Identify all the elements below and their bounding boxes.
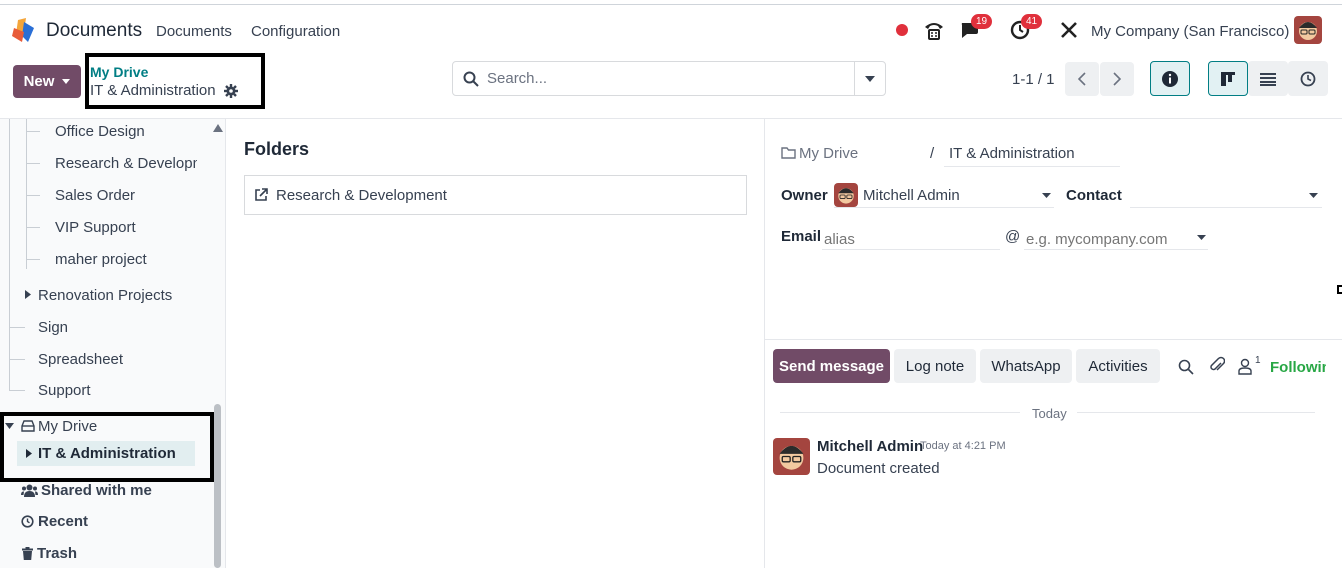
drive-icon xyxy=(21,420,35,432)
search-bar xyxy=(452,61,886,96)
whatsapp-button[interactable]: WhatsApp xyxy=(980,349,1072,383)
message-author-avatar[interactable] xyxy=(773,438,810,475)
sidebar-recent[interactable]: Recent xyxy=(38,513,88,530)
send-message-button[interactable]: Send message xyxy=(773,349,890,383)
list-icon xyxy=(1260,72,1276,86)
external-link-icon xyxy=(255,188,268,201)
gear-icon[interactable] xyxy=(223,83,238,98)
search-icon[interactable] xyxy=(1178,359,1194,375)
owner-label: Owner xyxy=(781,187,828,204)
message-author[interactable]: Mitchell Admin xyxy=(817,438,923,455)
search-input[interactable] xyxy=(487,62,847,95)
caret-down-icon xyxy=(62,79,71,84)
breadcrumb-my-drive[interactable]: My Drive xyxy=(90,64,148,80)
pager-previous-button[interactable] xyxy=(1065,62,1099,96)
clock-icon xyxy=(1300,71,1316,86)
pager-value[interactable]: 1-1 / 1 xyxy=(1012,71,1055,88)
info-toggle-button[interactable] xyxy=(1150,61,1190,96)
activity-view-button[interactable] xyxy=(1288,61,1328,96)
followers-icon[interactable] xyxy=(1238,358,1252,375)
folder-renovation-projects[interactable]: Renovation Projects xyxy=(38,287,172,304)
menu-configuration[interactable]: Configuration xyxy=(251,23,340,40)
activities-button[interactable]: Activities xyxy=(1076,349,1160,383)
folder-icon xyxy=(781,147,796,159)
folder-maher-project[interactable]: maher project xyxy=(55,251,147,268)
scroll-up-icon[interactable] xyxy=(213,124,223,132)
search-icon xyxy=(463,71,479,87)
company-switcher[interactable]: My Company (San Francisco) xyxy=(1091,23,1289,40)
menu-documents[interactable]: Documents xyxy=(156,23,232,40)
folder-card[interactable]: Research & Development xyxy=(244,175,747,215)
breadcrumb-current-label: IT & Administration xyxy=(90,82,216,99)
followers-count: 1 xyxy=(1255,355,1261,366)
tools-icon[interactable] xyxy=(1058,17,1080,43)
log-note-button[interactable]: Log note xyxy=(894,349,976,383)
sidebar-my-drive[interactable]: My Drive xyxy=(38,418,97,435)
folder-support[interactable]: Support xyxy=(38,382,91,399)
caret-down-icon[interactable] xyxy=(1309,193,1318,198)
clock-icon xyxy=(21,515,34,528)
message-body: Document created xyxy=(817,460,940,477)
folder-research-development[interactable]: Research & Developm xyxy=(55,155,197,172)
messages-icon[interactable]: 19 xyxy=(958,14,993,43)
folder-sales-order[interactable]: Sales Order xyxy=(55,187,135,204)
pager-next-button[interactable] xyxy=(1100,62,1134,96)
sidebar-shared-with-me[interactable]: Shared with me xyxy=(41,482,152,499)
paperclip-icon[interactable] xyxy=(1209,356,1225,374)
path-name-field[interactable]: IT & Administration xyxy=(949,145,1075,162)
caret-right-icon[interactable] xyxy=(26,449,32,458)
breadcrumb-highlight xyxy=(85,53,265,109)
kanban-view-button[interactable] xyxy=(1208,61,1248,96)
folder-spreadsheet[interactable]: Spreadsheet xyxy=(38,351,123,368)
list-view-button[interactable] xyxy=(1248,61,1288,96)
breadcrumb-current: IT & Administration xyxy=(90,82,238,99)
navbar: Documents Documents Configuration 19 41 … xyxy=(0,5,1342,53)
activities-badge: 41 xyxy=(1021,14,1043,29)
documents-app-icon[interactable] xyxy=(12,18,36,44)
new-button[interactable]: New xyxy=(13,65,81,98)
alias-input[interactable] xyxy=(824,229,994,249)
folder-card-name: Research & Development xyxy=(276,187,447,204)
chevron-right-icon xyxy=(1113,72,1121,86)
folder-vip-support[interactable]: VIP Support xyxy=(55,219,136,236)
caret-down-icon[interactable] xyxy=(1042,193,1051,198)
contact-label: Contact xyxy=(1066,187,1122,204)
app-title[interactable]: Documents xyxy=(46,20,142,42)
folders-heading: Folders xyxy=(244,139,310,159)
message-time: Today at 4:21 PM xyxy=(920,440,1006,452)
messages-badge: 19 xyxy=(971,14,993,29)
date-separator: Today xyxy=(1032,406,1067,421)
user-avatar[interactable] xyxy=(1294,16,1322,44)
search-options-toggle[interactable] xyxy=(854,62,885,95)
kanban-icon xyxy=(1221,71,1235,86)
owner-avatar xyxy=(834,183,858,207)
new-button-label: New xyxy=(23,73,55,90)
path-separator: / xyxy=(930,145,935,162)
email-label: Email xyxy=(781,228,822,245)
sidebar-it-administration[interactable]: IT & Administration xyxy=(38,445,176,462)
folder-sign[interactable]: Sign xyxy=(38,319,68,336)
caret-down-icon[interactable] xyxy=(1197,235,1206,240)
owner-field[interactable]: Mitchell Admin xyxy=(863,187,960,204)
at-sign: @ xyxy=(1005,228,1021,245)
users-icon xyxy=(21,484,38,497)
phone-icon[interactable] xyxy=(922,17,946,43)
folder-office-design[interactable]: Office Design xyxy=(55,123,145,140)
caret-right-icon[interactable] xyxy=(25,290,31,299)
trash-icon xyxy=(22,547,33,560)
alias-domain-input[interactable] xyxy=(1026,229,1186,249)
following-button[interactable]: Followin xyxy=(1270,359,1326,376)
chevron-left-icon xyxy=(1078,72,1086,86)
contact-field[interactable] xyxy=(1130,207,1322,208)
caret-down-icon xyxy=(865,75,875,82)
sidebar-trash[interactable]: Trash xyxy=(37,545,77,562)
caret-down-icon[interactable] xyxy=(5,423,14,429)
record-dot-icon[interactable] xyxy=(894,17,910,43)
info-icon xyxy=(1162,70,1178,87)
sidebar-scrollbar[interactable] xyxy=(214,404,221,568)
activities-icon[interactable]: 41 xyxy=(1008,14,1043,43)
path-root[interactable]: My Drive xyxy=(799,145,858,162)
